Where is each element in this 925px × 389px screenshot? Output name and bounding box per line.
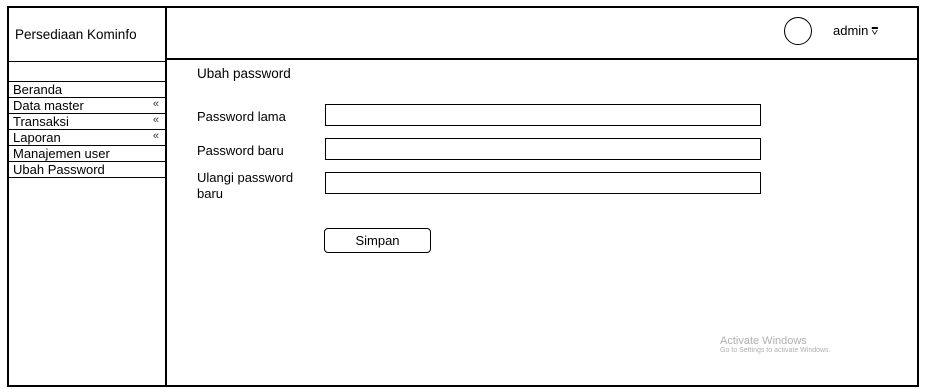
new-password-field[interactable] [325, 138, 761, 160]
confirm-password-label: Ulangi password baru [197, 170, 294, 201]
chevron-down-icon: ⩢ [871, 26, 879, 38]
sidebar-item-beranda[interactable]: Beranda [9, 81, 165, 97]
brand-label: Persediaan Kominfo [15, 27, 137, 42]
sidebar: Persediaan Kominfo Beranda Data master «… [7, 6, 167, 387]
sidebar-item-data-master[interactable]: Data master « [9, 97, 165, 113]
sidebar-item-label: Laporan [13, 130, 61, 145]
sidebar-item-label: Manajemen user [13, 146, 110, 161]
sidebar-item-transaksi[interactable]: Transaksi « [9, 113, 165, 129]
save-button[interactable]: Simpan [324, 228, 431, 253]
expand-arrow-icon: « [152, 98, 159, 110]
header-bar: admin ⩢ [165, 6, 919, 60]
watermark-subtitle: Go to Settings to activate Windows. [720, 347, 831, 354]
expand-arrow-icon: « [152, 130, 159, 142]
username: admin [833, 23, 869, 38]
old-password-label: Password lama [197, 109, 286, 124]
sidebar-item-label: Ubah Password [13, 162, 105, 177]
watermark-title: Activate Windows [720, 335, 807, 347]
sidebar-item-label: Transaksi [13, 114, 69, 129]
page-title: Ubah password [197, 66, 291, 81]
user-menu[interactable]: admin ⩢ [833, 23, 878, 39]
activate-windows-watermark: Activate Windows Go to Settings to activ… [720, 335, 831, 354]
sidebar-item-laporan[interactable]: Laporan « [9, 129, 165, 145]
app-brand[interactable]: Persediaan Kominfo [9, 8, 165, 62]
confirm-password-field[interactable] [325, 172, 761, 194]
sidebar-menu: Beranda Data master « Transaksi « Lapora… [9, 81, 165, 178]
old-password-field[interactable] [325, 104, 761, 126]
sidebar-item-manajemen-user[interactable]: Manajemen user [9, 145, 165, 161]
sidebar-item-label: Beranda [13, 82, 63, 97]
sidebar-item-ubah-password[interactable]: Ubah Password [9, 161, 165, 178]
sidebar-item-label: Data master [13, 98, 84, 113]
expand-arrow-icon: « [152, 114, 159, 126]
avatar[interactable] [784, 17, 812, 45]
new-password-label: Password baru [197, 143, 284, 158]
